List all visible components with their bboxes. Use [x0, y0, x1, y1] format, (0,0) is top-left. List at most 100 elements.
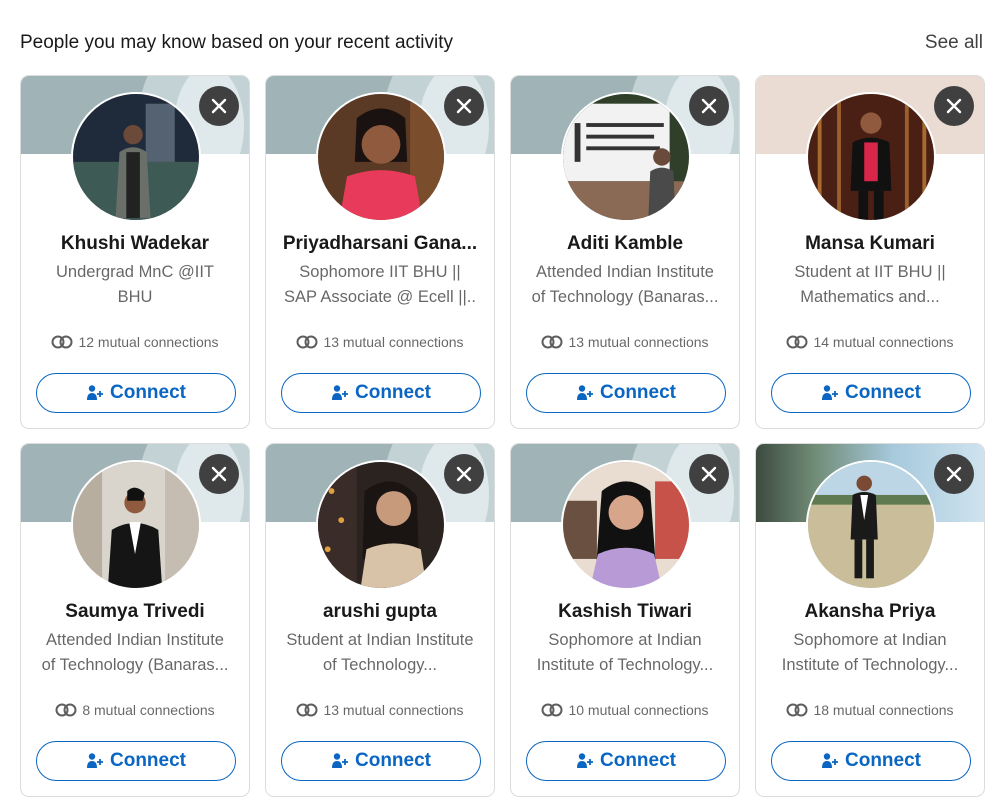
- mutual-connections-text: 13 mutual connections: [568, 334, 709, 350]
- person-name[interactable]: Priyadharsani Gana...: [274, 233, 486, 255]
- dismiss-button[interactable]: [444, 454, 484, 494]
- person-card[interactable]: Saumya Trivedi Attended Indian Institute…: [20, 443, 250, 797]
- connect-button[interactable]: Connect: [771, 373, 971, 413]
- mutual-connections[interactable]: 13 mutual connections: [266, 334, 494, 350]
- person-card[interactable]: arushi gupta Student at Indian Institute…: [265, 443, 495, 797]
- person-headline: Attended Indian Institute of Technology …: [531, 263, 719, 306]
- dismiss-button[interactable]: [199, 454, 239, 494]
- mutual-connections[interactable]: 10 mutual connections: [511, 702, 739, 718]
- close-icon: [946, 98, 962, 114]
- avatar[interactable]: [561, 460, 691, 590]
- add-person-icon: [332, 753, 348, 768]
- close-icon: [701, 466, 717, 482]
- mutual-connections[interactable]: 13 mutual connections: [511, 334, 739, 350]
- person-headline: Undergrad MnC @IIT BHU: [56, 263, 214, 306]
- connect-label: Connect: [845, 382, 921, 403]
- add-person-icon: [87, 753, 103, 768]
- connect-label: Connect: [845, 750, 921, 771]
- dismiss-button[interactable]: [689, 454, 729, 494]
- mutual-connections-icon: [51, 335, 73, 349]
- close-icon: [456, 98, 472, 114]
- mutual-connections-icon: [55, 703, 77, 717]
- mutual-connections[interactable]: 8 mutual connections: [21, 702, 249, 718]
- person-headline: Sophomore IIT BHU || SAP Associate @ Ece…: [284, 263, 476, 306]
- avatar[interactable]: [806, 92, 936, 222]
- add-person-icon: [577, 753, 593, 768]
- avatar[interactable]: [71, 460, 201, 590]
- person-name[interactable]: Khushi Wadekar: [29, 233, 241, 255]
- mutual-connections-icon: [296, 703, 318, 717]
- connect-label: Connect: [600, 382, 676, 403]
- add-person-icon: [87, 385, 103, 400]
- connect-button[interactable]: Connect: [281, 373, 481, 413]
- connect-label: Connect: [600, 750, 676, 771]
- add-person-icon: [822, 385, 838, 400]
- mutual-connections[interactable]: 12 mutual connections: [21, 334, 249, 350]
- mutual-connections-text: 12 mutual connections: [78, 334, 219, 350]
- mutual-connections-text: 14 mutual connections: [813, 334, 954, 350]
- add-person-icon: [822, 753, 838, 768]
- connect-label: Connect: [355, 382, 431, 403]
- dismiss-button[interactable]: [199, 86, 239, 126]
- connect-button[interactable]: Connect: [36, 741, 236, 781]
- connect-label: Connect: [110, 750, 186, 771]
- mutual-connections-text: 13 mutual connections: [323, 334, 464, 350]
- connect-label: Connect: [355, 750, 431, 771]
- avatar[interactable]: [71, 92, 201, 222]
- person-card[interactable]: Mansa Kumari Student at IIT BHU || Mathe…: [755, 75, 985, 429]
- suggestions-grid: Khushi Wadekar Undergrad MnC @IIT BHU 12…: [20, 75, 985, 797]
- dismiss-button[interactable]: [934, 86, 974, 126]
- person-headline: Student at IIT BHU || Mathematics and...: [794, 263, 946, 306]
- mutual-connections-text: 18 mutual connections: [813, 702, 954, 718]
- person-card[interactable]: Kashish Tiwari Sophomore at Indian Insti…: [510, 443, 740, 797]
- mutual-connections-text: 13 mutual connections: [323, 702, 464, 718]
- mutual-connections-icon: [786, 703, 808, 717]
- avatar[interactable]: [316, 92, 446, 222]
- people-you-may-know-panel: People you may know based on your recent…: [0, 0, 1003, 797]
- person-headline: Attended Indian Institute of Technology …: [41, 631, 229, 674]
- person-card[interactable]: Khushi Wadekar Undergrad MnC @IIT BHU 12…: [20, 75, 250, 429]
- connect-label: Connect: [110, 382, 186, 403]
- mutual-connections[interactable]: 18 mutual connections: [756, 702, 984, 718]
- add-person-icon: [332, 385, 348, 400]
- see-all-link[interactable]: See all: [925, 32, 983, 54]
- connect-button[interactable]: Connect: [526, 741, 726, 781]
- connect-button[interactable]: Connect: [36, 373, 236, 413]
- connect-button[interactable]: Connect: [771, 741, 971, 781]
- person-headline: Sophomore at Indian Institute of Technol…: [536, 631, 714, 674]
- mutual-connections-text: 10 mutual connections: [568, 702, 709, 718]
- dismiss-button[interactable]: [934, 454, 974, 494]
- section-title: People you may know based on your recent…: [20, 32, 454, 53]
- avatar[interactable]: [806, 460, 936, 590]
- person-name[interactable]: Kashish Tiwari: [519, 601, 731, 623]
- close-icon: [456, 466, 472, 482]
- close-icon: [211, 98, 227, 114]
- mutual-connections-icon: [541, 703, 563, 717]
- person-headline: Student at Indian Institute of Technolog…: [286, 631, 474, 674]
- person-name[interactable]: arushi gupta: [274, 601, 486, 623]
- mutual-connections[interactable]: 13 mutual connections: [266, 702, 494, 718]
- close-icon: [211, 466, 227, 482]
- person-card[interactable]: Aditi Kamble Attended Indian Institute o…: [510, 75, 740, 429]
- close-icon: [946, 466, 962, 482]
- add-person-icon: [577, 385, 593, 400]
- connect-button[interactable]: Connect: [526, 373, 726, 413]
- person-name[interactable]: Mansa Kumari: [764, 233, 976, 255]
- dismiss-button[interactable]: [444, 86, 484, 126]
- person-card[interactable]: Akansha Priya Sophomore at Indian Instit…: [755, 443, 985, 797]
- connect-button[interactable]: Connect: [281, 741, 481, 781]
- person-name[interactable]: Akansha Priya: [764, 601, 976, 623]
- avatar[interactable]: [561, 92, 691, 222]
- dismiss-button[interactable]: [689, 86, 729, 126]
- person-card[interactable]: Priyadharsani Gana... Sophomore IIT BHU …: [265, 75, 495, 429]
- section-header: People you may know based on your recent…: [20, 30, 983, 56]
- person-headline: Sophomore at Indian Institute of Technol…: [781, 631, 959, 674]
- mutual-connections-icon: [786, 335, 808, 349]
- avatar[interactable]: [316, 460, 446, 590]
- mutual-connections-icon: [541, 335, 563, 349]
- mutual-connections-text: 8 mutual connections: [82, 702, 215, 718]
- person-name[interactable]: Saumya Trivedi: [29, 601, 241, 623]
- mutual-connections[interactable]: 14 mutual connections: [756, 334, 984, 350]
- close-icon: [701, 98, 717, 114]
- person-name[interactable]: Aditi Kamble: [519, 233, 731, 255]
